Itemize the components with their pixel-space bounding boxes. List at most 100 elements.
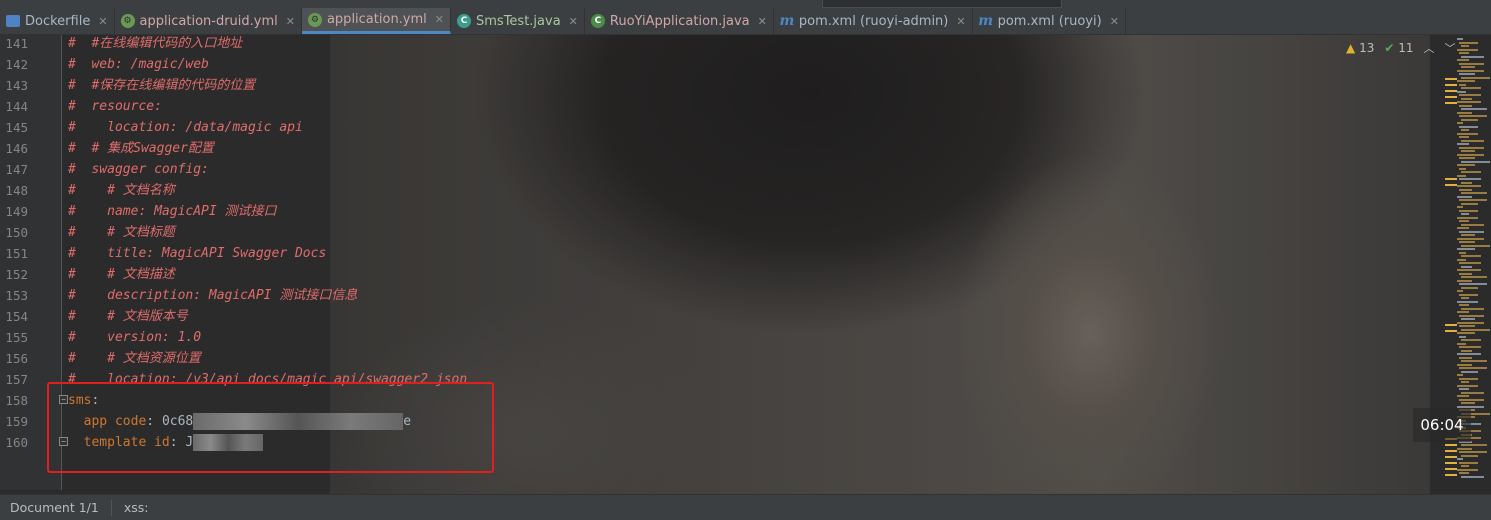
- minimap-line: [1457, 258, 1466, 261]
- tab-pom-ruoyi-admin[interactable]: m pom.xml (ruoyi-admin) ✕: [774, 8, 973, 34]
- code-line[interactable]: 146 # # 集成Swagger配置: [0, 138, 1440, 159]
- code-line[interactable]: 155 # version: 1.0: [0, 327, 1440, 348]
- code-line[interactable]: 156 # # 文档资源位置: [0, 348, 1440, 369]
- minimap-line: [1459, 356, 1472, 359]
- yml-icon: ⚙: [120, 14, 135, 28]
- minimap-line: [1459, 188, 1472, 191]
- previous-highlight-icon[interactable]: ︿: [1424, 40, 1435, 56]
- minimap-line: [1461, 213, 1469, 215]
- minimap-line: [1461, 118, 1478, 121]
- minimap-line: [1459, 398, 1484, 401]
- minimap-line: [1457, 332, 1475, 334]
- tab-pom-ruoyi[interactable]: m pom.xml (ruoyi) ✕: [973, 8, 1126, 34]
- code-line[interactable]: 149 # name: MagicAPI 测试接口: [0, 201, 1440, 222]
- comment-text: # swagger config:: [68, 162, 209, 177]
- close-icon[interactable]: ✕: [286, 15, 295, 28]
- minimap-line: [1461, 171, 1481, 173]
- close-icon[interactable]: ✕: [435, 13, 444, 26]
- minimap-line: [1461, 160, 1490, 163]
- tab-smstest-java[interactable]: C SmsTest.java ✕: [451, 8, 585, 34]
- comment-text: # description: MagicAPI 测试接口信息: [68, 288, 358, 303]
- tab-dockerfile[interactable]: Dockerfile ✕: [0, 8, 115, 34]
- minimap-line: [1461, 286, 1478, 289]
- comment-text: # version: 1.0: [68, 330, 202, 345]
- next-highlight-icon[interactable]: ﹀: [1445, 40, 1456, 56]
- check-count[interactable]: ✔ 11: [1384, 41, 1413, 55]
- minimap-line: [1457, 227, 1469, 229]
- code-line[interactable]: 152 # # 文档描述: [0, 264, 1440, 285]
- minimap-line: [1459, 251, 1466, 254]
- minimap-line: [1459, 104, 1472, 107]
- minimap-line: [1461, 87, 1481, 89]
- line-number: 156: [5, 351, 28, 366]
- minimap-line: [1459, 157, 1475, 159]
- minimap-line: [1457, 153, 1484, 156]
- minimap-line: [1461, 223, 1484, 226]
- code-line[interactable]: 145 # location: /data/magic api: [0, 117, 1440, 138]
- minimap-line: [1457, 206, 1463, 208]
- close-icon[interactable]: ✕: [956, 15, 965, 28]
- code-line[interactable]: 150 # # 文档标题: [0, 222, 1440, 243]
- line-number: 159: [5, 414, 28, 429]
- minimap-line: [1457, 363, 1472, 366]
- line-number: 152: [5, 267, 28, 282]
- minimap-line: [1459, 125, 1478, 128]
- code-line[interactable]: 148 # # 文档名称: [0, 180, 1440, 201]
- minimap-line: [1457, 321, 1484, 324]
- line-number: 147: [5, 162, 28, 177]
- inspection-indicators[interactable]: ▲ 13 ✔ 11 ︿ ﹀: [1346, 40, 1456, 56]
- minimap-line: [1461, 465, 1469, 467]
- minimap-line: [1461, 339, 1481, 341]
- code-line[interactable]: 154 # # 文档版本号: [0, 306, 1440, 327]
- minimap-line: [1461, 66, 1475, 68]
- tab-application-druid-yml[interactable]: ⚙ application-druid.yml ✕: [115, 8, 302, 34]
- minimap-line: [1457, 311, 1469, 313]
- minimap-line: [1457, 279, 1472, 282]
- breadcrumb[interactable]: xss:: [124, 500, 149, 515]
- minimap-line: [1457, 195, 1472, 198]
- line-number: 145: [5, 120, 28, 135]
- close-icon[interactable]: ✕: [758, 15, 767, 28]
- tab-label: application-druid.yml: [139, 13, 278, 29]
- minimap-line: [1457, 290, 1463, 292]
- comment-text: # #在线编辑代码的入口地址: [68, 36, 243, 51]
- code-line[interactable]: 147 # swagger config:: [0, 159, 1440, 180]
- line-number: 149: [5, 204, 28, 219]
- minimap-line: [1461, 391, 1484, 394]
- minimap-line: [1459, 272, 1472, 275]
- minimap-line: [1457, 447, 1472, 450]
- close-icon[interactable]: ✕: [98, 15, 107, 28]
- minimap-line: [1457, 174, 1466, 177]
- minimap-line: [1461, 444, 1487, 446]
- minimap-line: [1459, 388, 1469, 390]
- line-number: 143: [5, 78, 28, 93]
- close-icon[interactable]: ✕: [569, 15, 578, 28]
- document-counter[interactable]: Document 1/1: [10, 500, 99, 515]
- highlight-box: [47, 382, 494, 473]
- minimap-line: [1457, 185, 1481, 187]
- warning-count[interactable]: ▲ 13: [1346, 41, 1374, 55]
- code-line[interactable]: 144 # resource:: [0, 96, 1440, 117]
- close-icon[interactable]: ✕: [1110, 15, 1119, 28]
- tab-label: pom.xml (ruoyi-admin): [798, 13, 949, 29]
- line-number: 153: [5, 288, 28, 303]
- minimap-line: [1459, 115, 1487, 117]
- maven-icon: m: [978, 13, 994, 29]
- minimap-line: [1457, 216, 1478, 219]
- minimap-line: [1457, 101, 1481, 103]
- tab-application-yml[interactable]: ⚙ application.yml ✕: [301, 8, 451, 34]
- code-line[interactable]: 153 # description: MagicAPI 测试接口信息: [0, 285, 1440, 306]
- minimap-line: [1457, 122, 1463, 124]
- minimap-line: [1461, 276, 1487, 278]
- code-line[interactable]: 141 # #在线编辑代码的入口地址: [0, 33, 1440, 54]
- code-line[interactable]: 142 # web: /magic/web: [0, 54, 1440, 75]
- line-number: 154: [5, 309, 28, 324]
- tab-ruoyiapplication-java[interactable]: C RuoYiApplication.java ✕: [585, 8, 774, 34]
- title-strip: [0, 0, 1491, 8]
- line-number: 146: [5, 141, 28, 156]
- minimap-line: [1457, 132, 1478, 135]
- code-line[interactable]: 151 # title: MagicAPI Swagger Docs: [0, 243, 1440, 264]
- code-line[interactable]: 143 # #保存在线编辑的代码的位置: [0, 75, 1440, 96]
- minimap-line: [1457, 458, 1463, 460]
- minimap-line: [1461, 297, 1469, 299]
